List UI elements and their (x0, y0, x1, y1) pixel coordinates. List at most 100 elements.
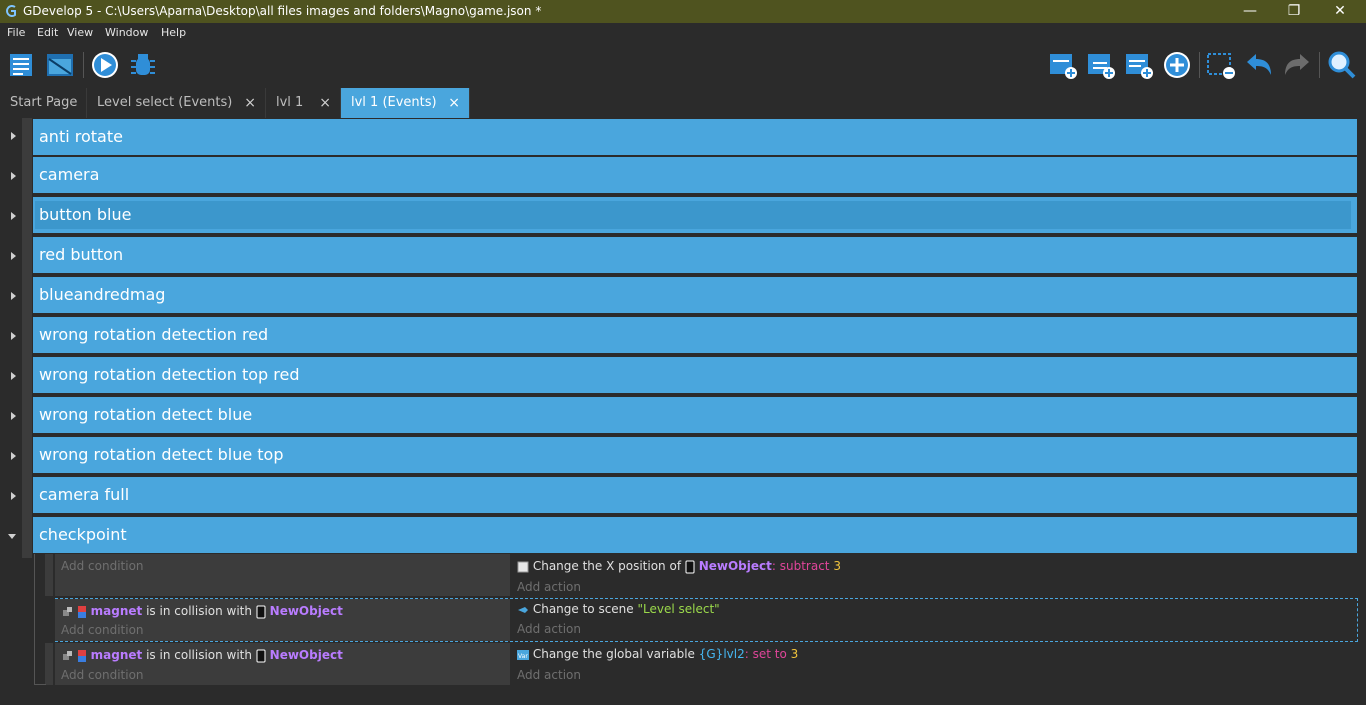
collapse-arrow-icon[interactable] (11, 452, 16, 460)
tree-line (34, 554, 35, 684)
object-name: NewObject (269, 604, 343, 618)
collapse-arrow-icon[interactable] (11, 252, 16, 260)
add-other-event-icon[interactable] (1123, 49, 1155, 81)
project-manager-icon[interactable] (6, 49, 38, 81)
add-condition-link[interactable]: Add condition (61, 559, 144, 573)
operator: : subtract (771, 559, 830, 573)
add-action-link[interactable]: Add action (517, 668, 581, 682)
event-group[interactable]: blueandredmag (33, 277, 1357, 313)
close-window-button[interactable]: ✕ (1318, 0, 1362, 23)
collapse-arrow-icon[interactable] (11, 332, 16, 340)
group-name: wrong rotation detection red (39, 325, 269, 344)
collapse-arrow-icon[interactable] (11, 492, 16, 500)
menu-file[interactable]: File (7, 26, 25, 39)
menu-window[interactable]: Window (105, 26, 148, 39)
selection-highlight (35, 201, 1351, 229)
toolbar-separator (1319, 52, 1320, 78)
tab-label: Level select (Events) (97, 95, 233, 110)
window-title: GDevelop 5 - C:\Users\Aparna\Desktop\all… (23, 4, 542, 18)
group-name: blueandredmag (39, 285, 166, 304)
condition-text: is in collision with (146, 604, 252, 618)
minimize-icon: — (1243, 3, 1257, 19)
event-row[interactable]: magnet is in collision with NewObject Ad… (55, 599, 1357, 641)
title-bar: GDevelop 5 - C:\Users\Aparna\Desktop\all… (0, 0, 1366, 23)
tab-lvl1[interactable]: lvl 1 × (266, 88, 341, 118)
event-group[interactable]: wrong rotation detection red (33, 317, 1357, 353)
menu-view[interactable]: View (67, 26, 93, 39)
gdevelop-logo-icon (6, 5, 16, 17)
close-tab-icon[interactable]: × (244, 88, 256, 118)
collapse-arrow-icon[interactable] (11, 172, 16, 180)
tab-level-select-events[interactable]: Level select (Events) × (87, 88, 266, 118)
event-group[interactable]: camera full (33, 477, 1357, 513)
editor-tabs: Start Page Level select (Events) × lvl 1… (0, 88, 1366, 119)
add-condition-link[interactable]: Add condition (61, 623, 144, 637)
event-row[interactable]: Add condition Change the X position of N… (55, 554, 1357, 596)
event-group[interactable]: anti rotate (33, 119, 1357, 155)
value: 3 (790, 647, 799, 661)
debugger-icon[interactable] (127, 49, 159, 81)
global-var-prefix: {G} (698, 647, 724, 661)
toolbar (0, 42, 1366, 88)
add-subevent-icon[interactable] (1085, 49, 1117, 81)
menu-edit[interactable]: Edit (37, 26, 58, 39)
add-event-icon[interactable] (1047, 49, 1079, 81)
event-group[interactable]: wrong rotation detect blue (33, 397, 1357, 433)
add-instruction-icon[interactable] (1161, 49, 1193, 81)
conditions-column: magnet is in collision with NewObject Ad… (55, 599, 510, 641)
events-sheet[interactable]: anti rotate camera button blue red butto… (0, 118, 1366, 705)
collapse-arrow-icon[interactable] (11, 292, 16, 300)
scene-icon[interactable] (44, 49, 76, 81)
collapse-arrow-icon[interactable] (11, 412, 16, 420)
tab-start-page[interactable]: Start Page (0, 88, 87, 118)
conditions-column: Add condition (55, 554, 510, 596)
search-icon[interactable] (1326, 49, 1358, 81)
preview-play-icon[interactable] (89, 49, 121, 81)
group-name: anti rotate (39, 127, 123, 146)
object-icon (256, 649, 266, 662)
event-group-selected[interactable]: button blue (33, 197, 1357, 233)
condition-instruction[interactable]: magnet is in collision with NewObject (63, 648, 343, 663)
menu-help[interactable]: Help (161, 26, 186, 39)
delete-selected-icon[interactable] (1205, 49, 1237, 81)
action-instruction[interactable]: Change to scene "Level select" (517, 602, 720, 616)
add-action-link[interactable]: Add action (517, 580, 581, 594)
event-handle[interactable] (45, 554, 53, 596)
close-icon: ✕ (1334, 3, 1346, 19)
undo-icon[interactable] (1243, 49, 1275, 81)
condition-instruction[interactable]: magnet is in collision with NewObject (63, 604, 343, 619)
svg-text:Var: Var (518, 653, 528, 660)
group-name: camera (39, 165, 100, 184)
expand-arrow-icon[interactable] (8, 534, 16, 539)
event-row[interactable]: magnet is in collision with NewObject Ad… (55, 643, 1357, 685)
event-group-expanded[interactable]: checkpoint (33, 517, 1357, 553)
restore-button[interactable]: ❐ (1272, 0, 1316, 23)
change-scene-icon (518, 606, 528, 613)
event-group[interactable]: red button (33, 237, 1357, 273)
action-instruction[interactable]: Change the X position of NewObject: subt… (517, 559, 841, 574)
collapse-arrow-icon[interactable] (11, 132, 16, 140)
close-tab-icon[interactable]: × (448, 88, 460, 118)
group-name: button blue (39, 205, 132, 224)
value: 3 (833, 559, 841, 573)
actions-column: Change the X position of NewObject: subt… (511, 554, 1357, 596)
tab-lvl1-events[interactable]: lvl 1 (Events) × (341, 88, 470, 118)
operator: : set to (744, 647, 787, 661)
group-name: wrong rotation detect blue top (39, 445, 284, 464)
redo-icon[interactable] (1281, 49, 1313, 81)
minimize-button[interactable]: — (1228, 0, 1272, 23)
event-group[interactable]: wrong rotation detect blue top (33, 437, 1357, 473)
action-instruction[interactable]: Var Change the global variable {G}lvl2: … (517, 647, 798, 661)
event-group[interactable]: camera (33, 157, 1357, 193)
collapse-arrow-icon[interactable] (11, 372, 16, 380)
close-tab-icon[interactable]: × (319, 88, 331, 118)
tree-line (34, 684, 46, 685)
collapse-arrow-icon[interactable] (11, 212, 16, 220)
actions-column: Var Change the global variable {G}lvl2: … (511, 643, 1357, 685)
add-action-link[interactable]: Add action (517, 622, 581, 636)
add-condition-link[interactable]: Add condition (61, 668, 144, 682)
event-handle[interactable] (45, 643, 53, 685)
collision-icon (63, 650, 72, 660)
group-name: red button (39, 245, 124, 264)
event-group[interactable]: wrong rotation detection top red (33, 357, 1357, 393)
